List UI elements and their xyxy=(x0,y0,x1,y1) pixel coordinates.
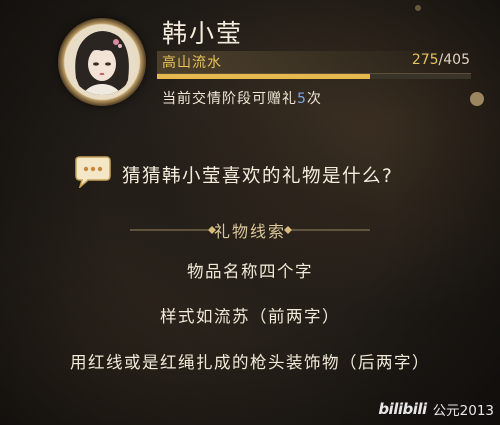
gift-text-suffix: 次 xyxy=(306,91,322,107)
portrait-image xyxy=(69,29,135,95)
chat-bubble-icon xyxy=(72,156,112,190)
relationship-rank: 高山流水 xyxy=(162,55,222,71)
clue-item: 用红线或是红绳扎成的枪头装饰物（后两字） xyxy=(70,353,430,372)
character-name: 韩小莹 xyxy=(162,19,244,48)
light-sparkle xyxy=(415,5,421,11)
character-avatar[interactable] xyxy=(58,18,146,106)
light-sparkle xyxy=(470,92,484,106)
gift-count: 5 xyxy=(297,91,307,107)
affinity-progress-fill xyxy=(157,74,371,79)
affinity-progress-bar xyxy=(157,73,471,79)
clue-item: 物品名称四个字 xyxy=(187,262,313,281)
watermark: bilibili 公元2013 xyxy=(378,399,494,419)
affinity-max: 405 xyxy=(443,52,470,68)
question-text: 猜猜韩小莹喜欢的礼物是什么? xyxy=(122,166,394,187)
clue-item: 样式如流苏（前两字） xyxy=(160,307,340,326)
gift-count-text: 当前交情阶段可赠礼5次 xyxy=(162,88,322,108)
affinity-current: 275 xyxy=(411,52,439,68)
bilibili-logo: bilibili xyxy=(378,400,427,418)
affinity-value: 275/405 xyxy=(412,52,470,68)
clue-title: 礼物线索 xyxy=(213,222,286,241)
watermark-user: 公元2013 xyxy=(432,403,494,419)
gift-text-prefix: 当前交情阶段可赠礼 xyxy=(162,91,297,107)
